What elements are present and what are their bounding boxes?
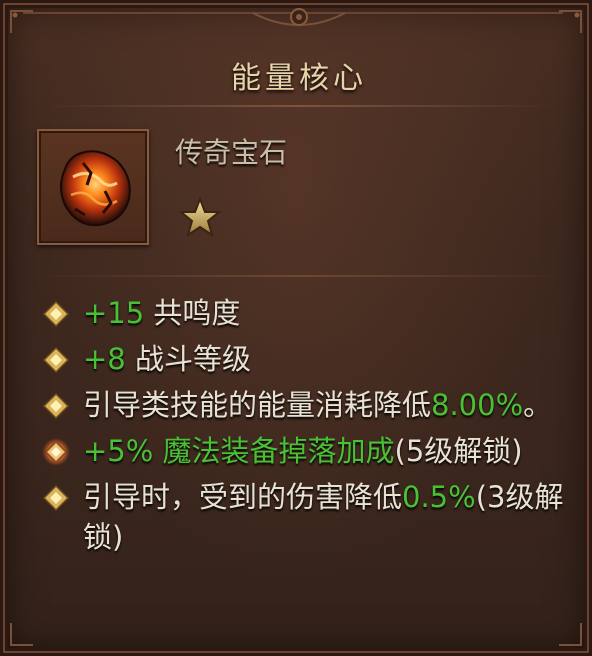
affix-magic-find: +5% 魔法装备掉落加成(5级解锁) [41,431,571,471]
glowing-diamond-bullet-icon [42,438,70,466]
affix-list: +15 共鸣度 +8 战斗等级 引导类技能的能量消耗降低8.00%。 +5% 魔… [41,293,571,563]
affix-text: 引导类技能的能量消耗降低 [83,388,432,422]
affix-text: 引导时，受到的伤害降低 [83,480,403,514]
corner-ornament-icon [559,623,582,646]
affix-damage-reduction: 引导时，受到的伤害降低0.5%(3级解锁) [41,477,571,557]
item-type-label: 传奇宝石 [175,136,288,169]
affix-suffix: 。 [523,388,553,422]
affix-text: 魔法装备掉落加成 [153,434,395,468]
corner-ornament-icon [559,10,582,33]
item-icon-frame[interactable] [37,129,149,245]
star-icon [179,197,221,237]
affix-suffix: (5级解锁) [394,434,523,468]
title-divider [43,105,555,107]
top-ornament-icon [23,8,563,26]
affix-value: +15 [83,296,145,330]
affix-value: +5% [83,434,154,468]
gold-diamond-bullet-icon [42,392,70,420]
gold-diamond-bullet-icon [42,484,70,512]
gold-diamond-bullet-icon [42,300,70,328]
gold-diamond-bullet-icon [42,346,70,374]
corner-ornament-icon [10,10,33,33]
affix-value: 8.00% [431,388,524,422]
item-name: 能量核心 [231,61,367,96]
item-tooltip-panel: 能量核心 传奇宝石 +15 共鸣度 +8 战斗等级 引导类技能的能量消耗降低8.… [0,0,592,656]
affix-value: 0.5% [402,480,476,514]
legendary-gem-icon [60,150,131,227]
affix-text: 共鸣度 [144,296,241,330]
section-divider [37,275,567,277]
affix-combat-level: +8 战斗等级 [41,339,571,379]
affix-text: 战斗等级 [125,342,251,376]
affix-resonance: +15 共鸣度 [41,293,571,333]
affix-value: +8 [83,342,126,376]
affix-channel-cost: 引导类技能的能量消耗降低8.00%。 [41,385,571,425]
corner-ornament-icon [10,623,33,646]
